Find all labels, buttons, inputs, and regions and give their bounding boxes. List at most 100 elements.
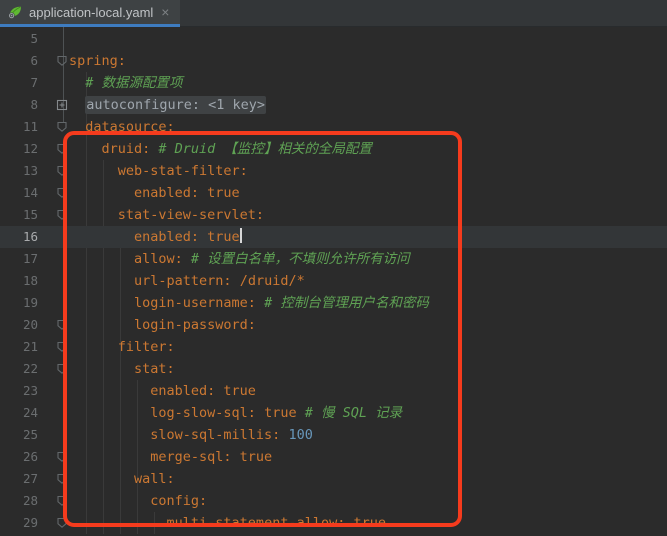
token-comment: # 数据源配置项 bbox=[85, 75, 182, 91]
editor-line[interactable]: 15 stat-view-servlet: bbox=[0, 204, 667, 226]
editor-line[interactable]: 8 autoconfigure: <1 key> bbox=[0, 94, 667, 116]
fold-expand-icon[interactable] bbox=[38, 94, 69, 116]
code-line[interactable]: filter: bbox=[69, 336, 667, 358]
token-key: spring: bbox=[69, 53, 126, 69]
fold-marker-icon[interactable] bbox=[38, 182, 69, 204]
code-line[interactable]: autoconfigure: <1 key> bbox=[69, 94, 667, 116]
line-number: 24 bbox=[0, 402, 38, 424]
editor-line[interactable]: 11datasource: bbox=[0, 116, 667, 138]
editor-tab-bar: application-local.yaml × bbox=[0, 0, 667, 27]
editor-line[interactable]: 16 enabled: true bbox=[0, 226, 667, 248]
fold-marker-icon[interactable] bbox=[38, 204, 69, 226]
gutter-spacer bbox=[38, 72, 69, 94]
fold-marker-icon[interactable] bbox=[38, 358, 69, 380]
code-line[interactable]: spring: bbox=[69, 50, 667, 72]
line-number: 5 bbox=[0, 28, 38, 50]
code-line[interactable]: enabled: true bbox=[69, 380, 667, 402]
code-line[interactable]: stat: bbox=[69, 358, 667, 380]
editor-line[interactable]: 26merge-sql: true bbox=[0, 446, 667, 468]
code-line[interactable]: login-password: bbox=[69, 314, 667, 336]
fold-marker-icon[interactable] bbox=[38, 490, 69, 512]
code-line[interactable]: login-username: # 控制台管理用户名和密码 bbox=[69, 292, 667, 314]
line-number: 28 bbox=[0, 490, 38, 512]
line-number: 29 bbox=[0, 512, 38, 534]
fold-marker-icon[interactable] bbox=[38, 512, 69, 534]
token-comment: # 控制台管理用户名和密码 bbox=[264, 295, 429, 311]
token-key: enabled: bbox=[134, 185, 207, 201]
fold-marker-icon[interactable] bbox=[38, 446, 69, 468]
gutter-spacer bbox=[38, 380, 69, 402]
code-line[interactable]: multi-statement-allow: true bbox=[69, 512, 667, 534]
editor-line[interactable]: 5 bbox=[0, 28, 667, 50]
editor-line[interactable]: 6spring: bbox=[0, 50, 667, 72]
token-key: enabled: bbox=[150, 383, 223, 399]
token-key: config: bbox=[150, 493, 207, 509]
gutter-spacer bbox=[38, 270, 69, 292]
tab-title: application-local.yaml bbox=[29, 5, 153, 20]
fold-marker-icon[interactable] bbox=[38, 314, 69, 336]
tab-application-local-yaml[interactable]: application-local.yaml × bbox=[0, 0, 180, 27]
code-line[interactable]: stat-view-servlet: bbox=[69, 204, 667, 226]
token-key: filter: bbox=[118, 339, 175, 355]
editor-line[interactable]: 18url-pattern: /druid/* bbox=[0, 270, 667, 292]
fold-marker-icon[interactable] bbox=[38, 116, 69, 138]
editor-line[interactable]: 21 filter: bbox=[0, 336, 667, 358]
editor-line[interactable]: 25 slow-sql-millis: 100 bbox=[0, 424, 667, 446]
editor-line[interactable]: 14 enabled: true bbox=[0, 182, 667, 204]
code-line[interactable]: enabled: true bbox=[69, 226, 667, 248]
line-number: 17 bbox=[0, 248, 38, 270]
code-editor[interactable]: 56spring:7# 数据源配置项8 autoconfigure: <1 key… bbox=[0, 27, 667, 536]
code-line[interactable]: # 数据源配置项 bbox=[69, 72, 667, 94]
editor-line[interactable]: 23 enabled: true bbox=[0, 380, 667, 402]
code-line[interactable]: wall: bbox=[69, 468, 667, 490]
code-line[interactable]: merge-sql: true bbox=[69, 446, 667, 468]
line-number: 16 bbox=[0, 226, 38, 248]
editor-line[interactable]: 24 log-slow-sql: true # 慢 SQL 记录 bbox=[0, 402, 667, 424]
code-line[interactable]: url-pattern: /druid/* bbox=[69, 270, 667, 292]
line-number: 23 bbox=[0, 380, 38, 402]
tab-bar-empty-space bbox=[180, 0, 667, 26]
editor-line[interactable]: 12druid: # Druid 【监控】相关的全局配置 bbox=[0, 138, 667, 160]
folded-region-placeholder[interactable]: autoconfigure: <1 key> bbox=[85, 96, 266, 114]
editor-line[interactable]: 29 multi-statement-allow: true bbox=[0, 512, 667, 534]
fold-marker-icon[interactable] bbox=[38, 50, 69, 72]
fold-marker-icon[interactable] bbox=[38, 336, 69, 358]
editor-line[interactable]: 17 allow: # 设置白名单，不填则允许所有访问 bbox=[0, 248, 667, 270]
text-caret bbox=[240, 228, 242, 243]
fold-marker-icon[interactable] bbox=[38, 138, 69, 160]
code-line[interactable]: enabled: true bbox=[69, 182, 667, 204]
editor-line[interactable]: 28 config: bbox=[0, 490, 667, 512]
editor-line[interactable]: 13 web-stat-filter: bbox=[0, 160, 667, 182]
line-number: 21 bbox=[0, 336, 38, 358]
code-line[interactable] bbox=[69, 28, 667, 50]
code-line[interactable]: druid: # Druid 【监控】相关的全局配置 bbox=[69, 138, 667, 160]
code-line[interactable]: datasource: bbox=[69, 116, 667, 138]
code-line[interactable]: log-slow-sql: true # 慢 SQL 记录 bbox=[69, 402, 667, 424]
line-number: 13 bbox=[0, 160, 38, 182]
fold-marker-icon[interactable] bbox=[38, 160, 69, 182]
token-key: allow: bbox=[134, 251, 191, 267]
editor-line[interactable]: 7# 数据源配置项 bbox=[0, 72, 667, 94]
line-number: 15 bbox=[0, 204, 38, 226]
tab-close-icon[interactable]: × bbox=[159, 4, 171, 20]
token-key: datasource: bbox=[85, 119, 174, 135]
editor-line[interactable]: 22stat: bbox=[0, 358, 667, 380]
fold-marker-icon[interactable] bbox=[38, 468, 69, 490]
gutter-spacer bbox=[38, 402, 69, 424]
code-line[interactable]: web-stat-filter: bbox=[69, 160, 667, 182]
token-key: slow-sql-millis: bbox=[150, 427, 288, 443]
token-value: true bbox=[240, 449, 273, 465]
editor-line[interactable]: 27wall: bbox=[0, 468, 667, 490]
token-key: web-stat-filter: bbox=[118, 163, 248, 179]
token-value: true bbox=[264, 405, 297, 421]
token-comment: # 慢 SQL 记录 bbox=[305, 405, 402, 421]
code-line[interactable]: slow-sql-millis: 100 bbox=[69, 424, 667, 446]
line-number: 8 bbox=[0, 94, 38, 116]
line-number: 25 bbox=[0, 424, 38, 446]
code-line[interactable]: config: bbox=[69, 490, 667, 512]
editor-line[interactable]: 20login-password: bbox=[0, 314, 667, 336]
token-key: enabled: bbox=[134, 229, 207, 245]
code-line[interactable]: allow: # 设置白名单，不填则允许所有访问 bbox=[69, 248, 667, 270]
editor-line[interactable]: 19login-username: # 控制台管理用户名和密码 bbox=[0, 292, 667, 314]
line-number: 14 bbox=[0, 182, 38, 204]
